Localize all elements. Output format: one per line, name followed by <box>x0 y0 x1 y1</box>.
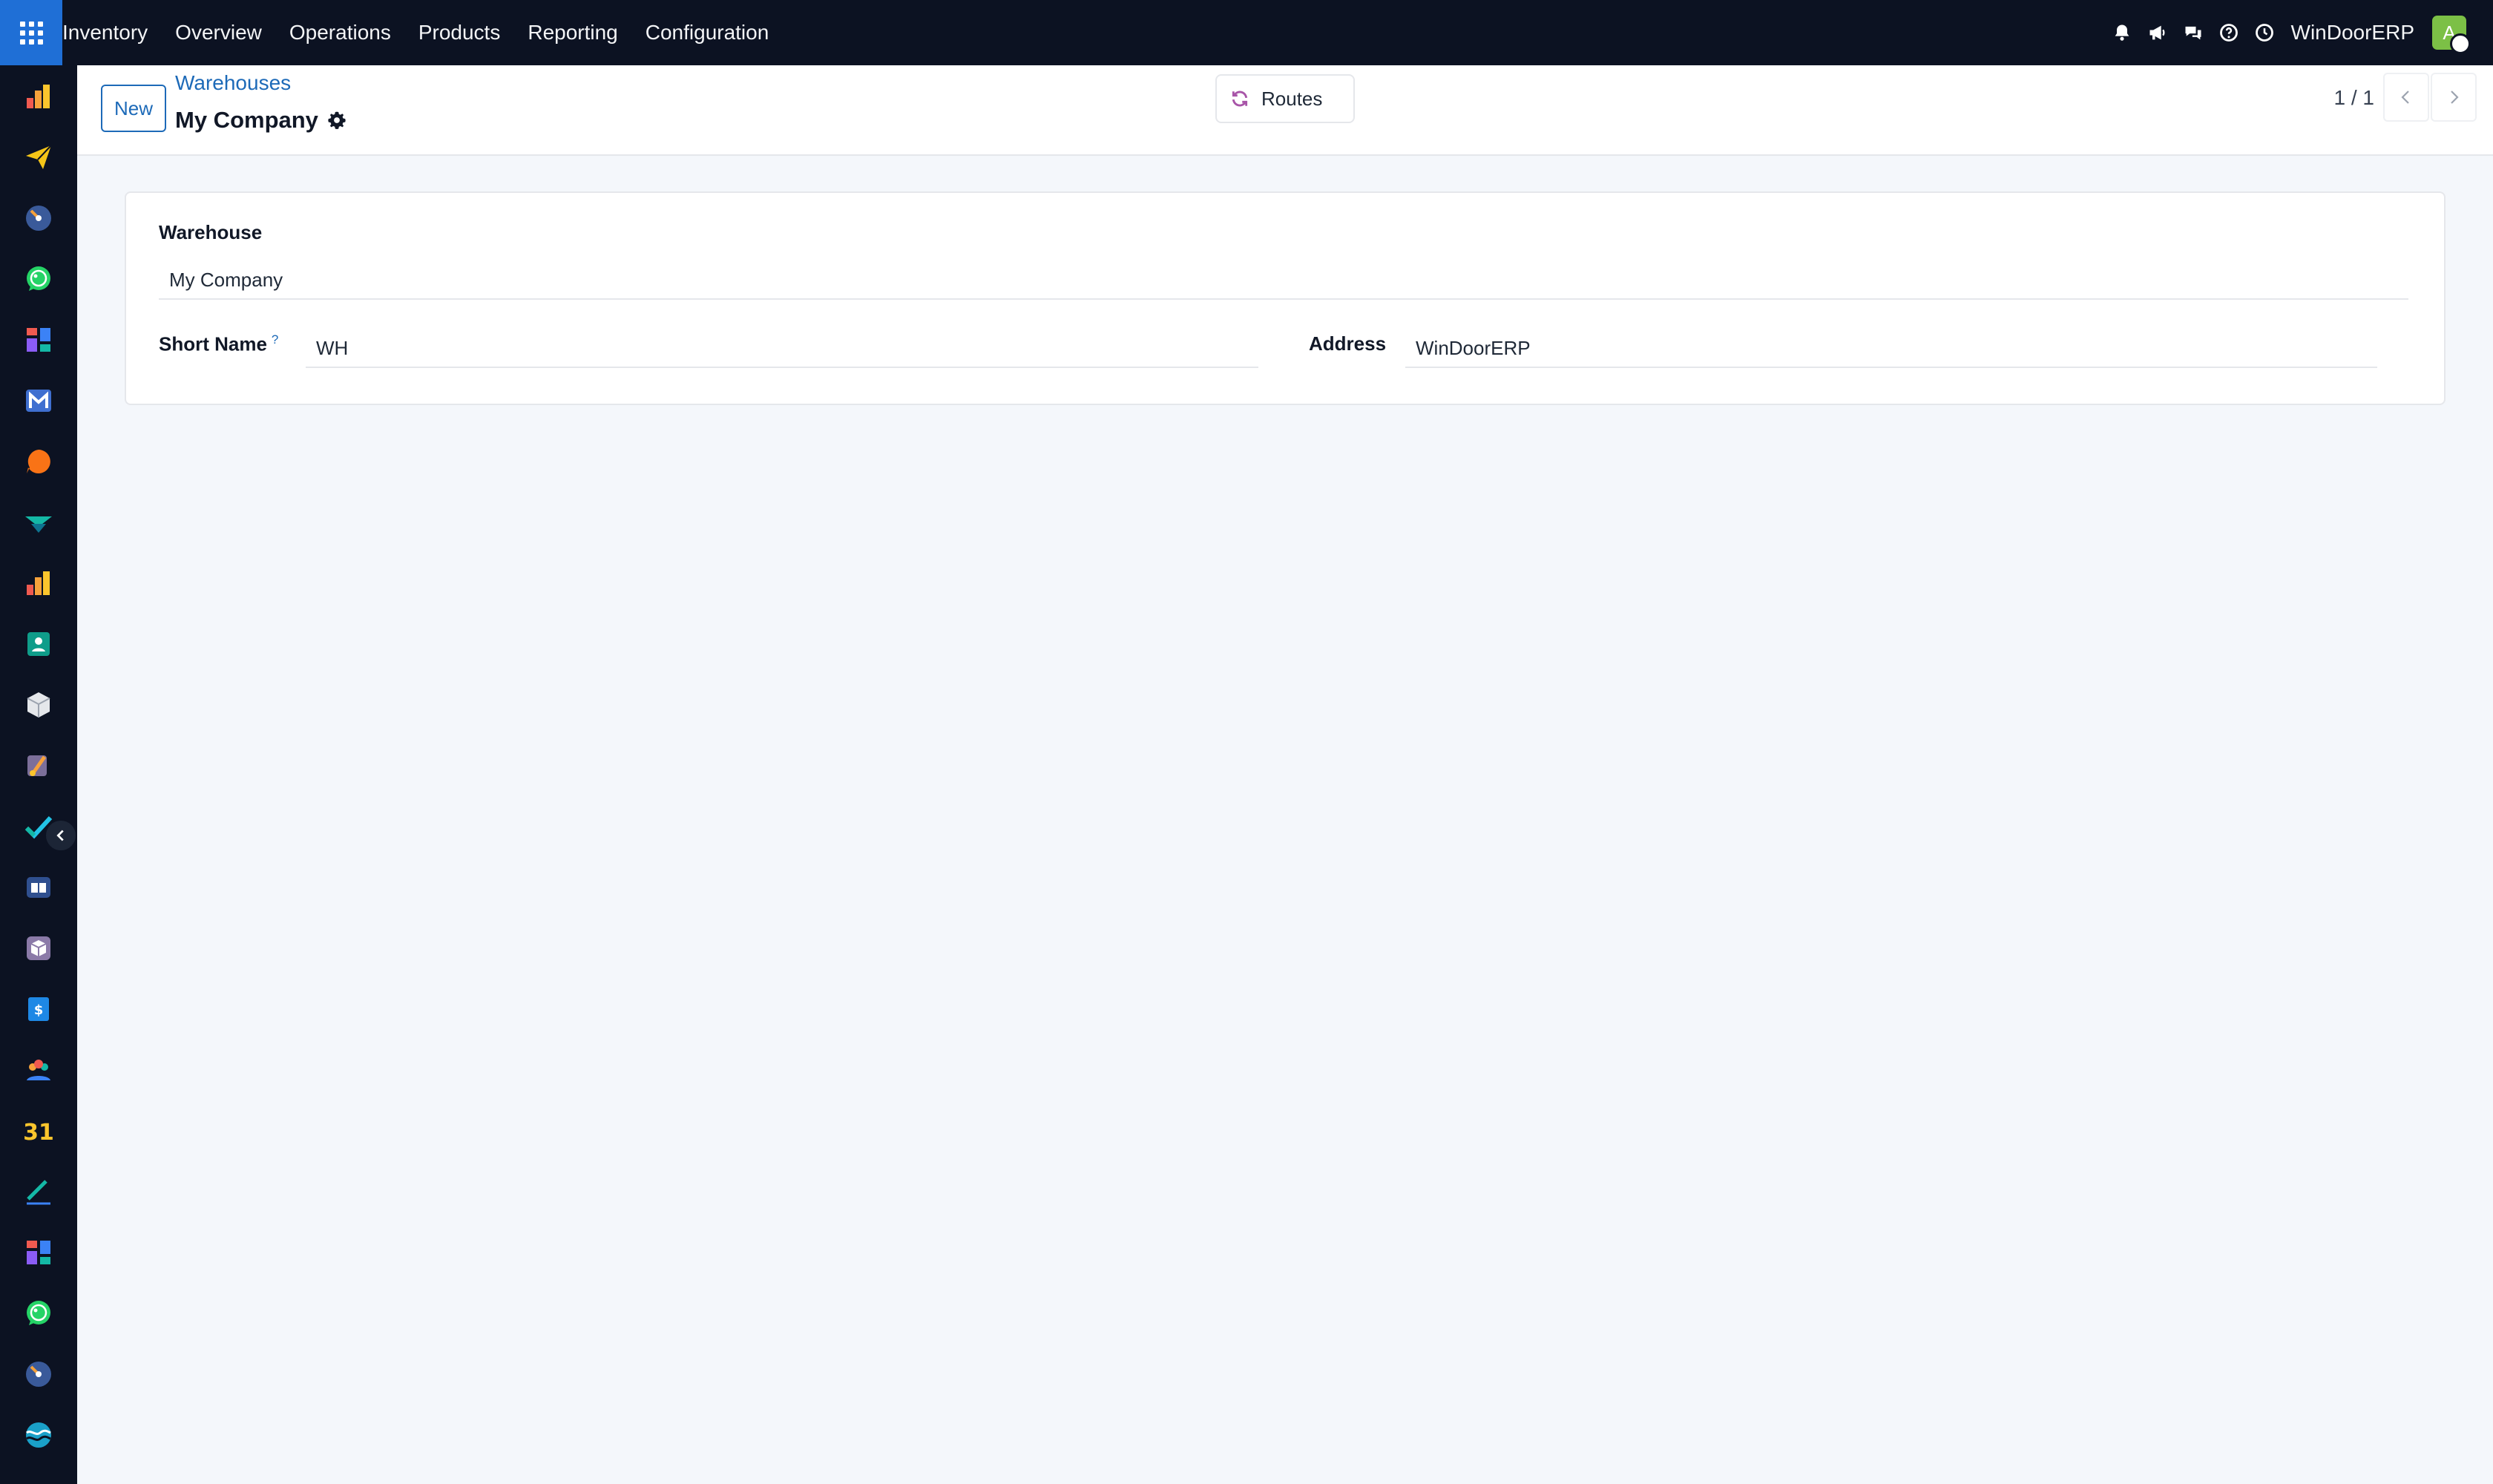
chat-bubble-icon[interactable] <box>24 447 53 476</box>
pager-value[interactable]: 1 / 1 <box>2334 86 2374 110</box>
pager-previous-button[interactable] <box>2383 73 2429 122</box>
package-icon[interactable] <box>24 933 53 963</box>
chevron-right-icon <box>2451 91 2459 104</box>
main-menu: Inventory Overview Operations Products R… <box>62 0 796 65</box>
menu-reporting[interactable]: Reporting <box>528 21 617 45</box>
address-label: Address <box>1309 332 1387 355</box>
speedometer-icon[interactable] <box>24 203 53 233</box>
warehouse-name-input[interactable]: My Company <box>159 261 2408 300</box>
record-title: My Company <box>175 107 346 134</box>
gear-icon[interactable] <box>327 111 346 130</box>
app-sidebar: $ 31 <box>0 65 77 1484</box>
brush-icon[interactable] <box>24 751 53 781</box>
short-name-value: WH <box>316 336 349 359</box>
waves-icon[interactable] <box>24 1420 53 1450</box>
chat-icon[interactable] <box>2175 0 2211 65</box>
invoice-icon[interactable]: $ <box>24 994 53 1024</box>
top-navbar: Inventory Overview Operations Products R… <box>0 0 2493 65</box>
user-avatar[interactable]: A <box>2432 16 2471 54</box>
help-icon[interactable] <box>2211 0 2247 65</box>
status-dot <box>2450 33 2471 54</box>
contact-card-icon[interactable] <box>24 629 53 659</box>
routes-smart-button[interactable]: Routes <box>1215 74 1355 123</box>
short-name-label-text: Short Name <box>159 332 267 355</box>
megaphone-icon[interactable] <box>2140 0 2175 65</box>
pager-next-button[interactable] <box>2431 73 2477 122</box>
stacked-chevrons-icon[interactable] <box>24 508 53 537</box>
address-input[interactable]: WinDoorERP <box>1405 329 2377 368</box>
record-title-text: My Company <box>175 107 318 133</box>
book-icon[interactable] <box>24 873 53 902</box>
pen-icon[interactable] <box>24 1177 53 1206</box>
menu-overview[interactable]: Overview <box>175 21 262 45</box>
paper-plane-icon[interactable] <box>24 142 53 172</box>
svg-text:$: $ <box>34 1002 44 1018</box>
checkmark-icon[interactable] <box>24 812 53 841</box>
chevron-left-icon <box>2401 91 2409 104</box>
calendar-icon[interactable]: 31 <box>24 1116 53 1146</box>
apps-menu-button[interactable] <box>0 0 62 65</box>
new-button[interactable]: New <box>101 85 166 132</box>
team-icon[interactable] <box>24 1055 53 1085</box>
warehouse-name-value: My Company <box>169 268 283 291</box>
clock-icon[interactable] <box>2247 0 2282 65</box>
company-switcher[interactable]: WinDoorERP <box>2291 21 2414 45</box>
breadcrumb-warehouses[interactable]: Warehouses <box>175 71 291 95</box>
chevron-left-icon <box>56 830 64 841</box>
form-sheet: Warehouse My Company Short Name? WH Addr… <box>125 191 2446 405</box>
dashboard-bars-icon[interactable] <box>24 82 53 111</box>
menu-products[interactable]: Products <box>418 21 501 45</box>
short-name-label: Short Name? <box>159 332 278 356</box>
warehouse-label: Warehouse <box>159 221 263 243</box>
short-name-input[interactable]: WH <box>306 329 1258 368</box>
grid-blocks-icon[interactable] <box>24 325 53 355</box>
svg-text:31: 31 <box>24 1120 53 1146</box>
speedometer-icon[interactable] <box>24 1359 53 1389</box>
bell-icon[interactable] <box>2104 0 2140 65</box>
grid-icon <box>19 21 43 45</box>
systray: WinDoorERP A <box>2104 0 2493 65</box>
menu-operations[interactable]: Operations <box>289 21 391 45</box>
short-name-help-tooltip[interactable]: ? <box>272 332 278 347</box>
control-panel: New Warehouses My Company Routes 1 / 1 <box>77 65 2493 156</box>
menu-configuration[interactable]: Configuration <box>646 21 769 45</box>
box-icon[interactable] <box>24 690 53 720</box>
routes-label: Routes <box>1261 87 1323 110</box>
gmail-icon[interactable] <box>24 386 53 416</box>
refresh-icon <box>1232 91 1248 107</box>
whatsapp-icon[interactable] <box>24 264 53 294</box>
grid-blocks-icon[interactable] <box>24 1238 53 1267</box>
whatsapp-icon[interactable] <box>24 1298 53 1328</box>
dashboard-bars-icon[interactable] <box>24 568 53 598</box>
menu-inventory[interactable]: Inventory <box>62 21 148 45</box>
address-value: WinDoorERP <box>1416 336 1531 359</box>
